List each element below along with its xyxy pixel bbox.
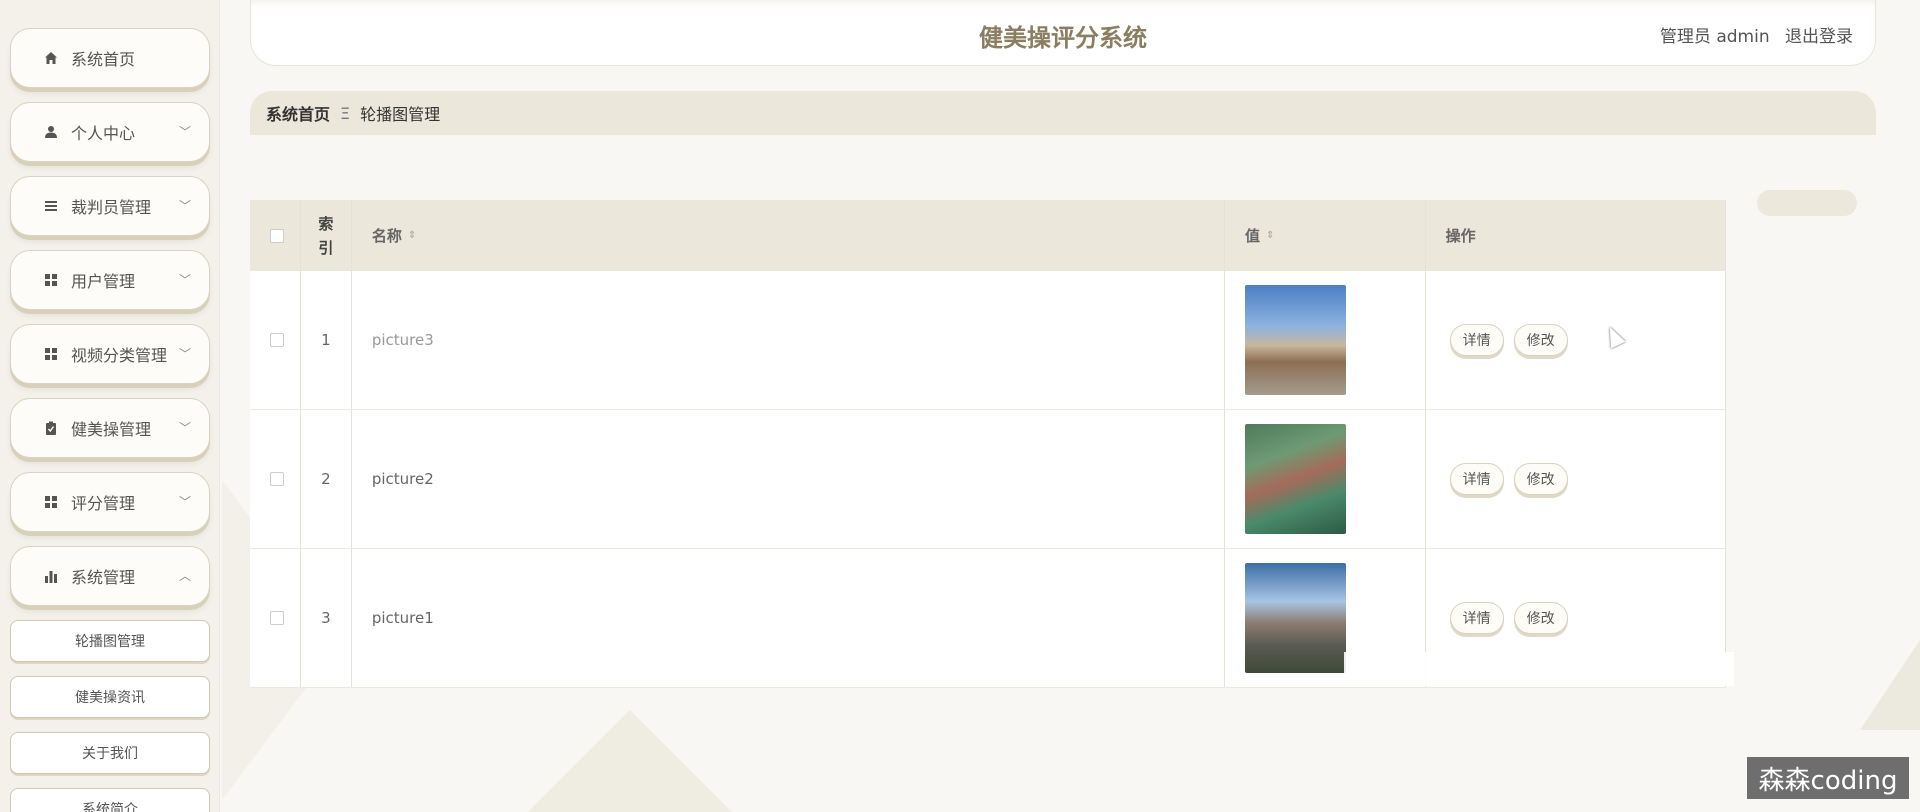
breadcrumb-current: 轮播图管理 xyxy=(360,105,441,124)
sidebar-item-users[interactable]: 用户管理 ﹀ xyxy=(10,250,210,310)
sidebar-item-profile[interactable]: 个人中心 ﹀ xyxy=(10,102,210,162)
sidebar-item-system[interactable]: 系统管理 ︿ xyxy=(10,546,210,606)
row-index: 2 xyxy=(301,410,352,548)
row-checkbox[interactable] xyxy=(270,472,284,486)
grid-icon xyxy=(43,346,59,362)
edit-button[interactable]: 修改 xyxy=(1513,463,1568,495)
header-index: 索引 xyxy=(301,200,352,271)
aerial-campus-photo xyxy=(1244,424,1346,534)
campus-building-photo xyxy=(1244,285,1346,395)
table-row: 1 picture3 详情 修改 xyxy=(250,271,1726,410)
grid-icon xyxy=(43,272,59,288)
breadcrumb: 系统首页 Ξ 轮播图管理 xyxy=(250,91,1876,135)
top-header: 健美操评分系统 管理员 admin 退出登录 xyxy=(250,0,1876,66)
sidebar-item-label: 裁判员管理 xyxy=(71,198,152,217)
chevron-down-icon: ﹀ xyxy=(178,199,191,213)
select-all-checkbox[interactable] xyxy=(270,228,284,243)
edit-button[interactable]: 修改 xyxy=(1513,324,1568,356)
chevron-down-icon: ﹀ xyxy=(178,421,191,435)
row-index: 3 xyxy=(301,549,352,687)
chevron-down-icon: ﹀ xyxy=(178,125,191,139)
sidebar-item-label: 个人中心 xyxy=(71,124,136,143)
table-row: 2 picture2 详情 修改 xyxy=(250,410,1726,549)
breadcrumb-separator: Ξ xyxy=(340,103,351,123)
grid-icon xyxy=(43,494,59,510)
sidebar-item-home[interactable]: 系统首页 xyxy=(10,28,210,88)
sidebar-item-label: 用户管理 xyxy=(71,272,136,291)
sidebar-item-aerobics[interactable]: 健美操管理 ﹀ xyxy=(10,398,210,458)
row-name: picture3 xyxy=(352,271,1225,409)
row-index: 1 xyxy=(301,271,352,409)
edit-button[interactable]: 修改 xyxy=(1513,602,1568,634)
toolbar-button[interactable] xyxy=(1757,190,1857,216)
sidebar-item-referees[interactable]: 裁判员管理 ﹀ xyxy=(10,176,210,236)
user-role: 管理员 admin xyxy=(1659,27,1770,47)
row-checkbox[interactable] xyxy=(270,333,284,347)
header-name[interactable]: 名称 ⇕ xyxy=(352,200,1225,271)
background-shape xyxy=(1860,640,1920,730)
clipboard-icon xyxy=(43,420,59,436)
sidebar-subitem-about[interactable]: 关于我们 xyxy=(10,732,210,774)
sidebar-subitem-intro[interactable]: 系统简介 xyxy=(10,788,210,812)
overlay-strip xyxy=(1344,652,1734,686)
detail-button[interactable]: 详情 xyxy=(1449,463,1504,495)
home-icon xyxy=(43,50,59,66)
chevron-down-icon: ﹀ xyxy=(178,347,191,361)
sidebar-subitem-carousel[interactable]: 轮播图管理 xyxy=(10,620,210,662)
tall-building-photo xyxy=(1244,563,1346,673)
chevron-down-icon: ﹀ xyxy=(178,273,191,287)
sort-icon[interactable]: ⇕ xyxy=(408,230,416,241)
sidebar: 系统首页 个人中心 ﹀ 裁判员管理 ﹀ 用户管理 ﹀ 视频分类管理 ﹀ 健美操管… xyxy=(0,0,220,812)
watermark: 森森coding xyxy=(1747,757,1909,799)
carousel-table: 索引 名称 ⇕ 值 ⇕ 操作 1 picture3 详情 修改 2 pictur… xyxy=(250,200,1726,688)
chevron-up-icon: ︿ xyxy=(178,569,191,583)
sidebar-item-label: 视频分类管理 xyxy=(71,346,168,365)
row-name: picture2 xyxy=(352,410,1225,548)
header-ops: 操作 xyxy=(1426,200,1726,271)
user-area: 管理员 admin 退出登录 xyxy=(1650,22,1853,47)
sidebar-item-label: 评分管理 xyxy=(71,494,136,513)
detail-button[interactable]: 详情 xyxy=(1449,324,1504,356)
list-icon xyxy=(43,198,59,214)
header-value[interactable]: 值 ⇕ xyxy=(1225,200,1426,271)
sidebar-item-label: 系统首页 xyxy=(71,50,136,69)
background-shape xyxy=(520,710,740,812)
page-title: 健美操评分系统 xyxy=(979,24,1147,52)
sidebar-item-scoring[interactable]: 评分管理 ﹀ xyxy=(10,472,210,532)
sort-icon[interactable]: ⇕ xyxy=(1266,230,1274,241)
sidebar-item-label: 健美操管理 xyxy=(71,420,152,439)
table-header: 索引 名称 ⇕ 值 ⇕ 操作 xyxy=(250,200,1726,271)
sidebar-subitem-news[interactable]: 健美操资讯 xyxy=(10,676,210,718)
select-all-cell xyxy=(250,200,301,271)
detail-button[interactable]: 详情 xyxy=(1449,602,1504,634)
sidebar-item-label: 系统管理 xyxy=(71,568,136,587)
user-icon xyxy=(43,124,59,140)
chevron-down-icon: ﹀ xyxy=(178,495,191,509)
row-name: picture1 xyxy=(352,549,1225,687)
sidebar-item-video-categories[interactable]: 视频分类管理 ﹀ xyxy=(10,324,210,384)
logout-link[interactable]: 退出登录 xyxy=(1785,27,1853,47)
bar-chart-icon xyxy=(43,568,59,584)
row-checkbox[interactable] xyxy=(270,611,284,625)
breadcrumb-home[interactable]: 系统首页 xyxy=(266,101,330,125)
